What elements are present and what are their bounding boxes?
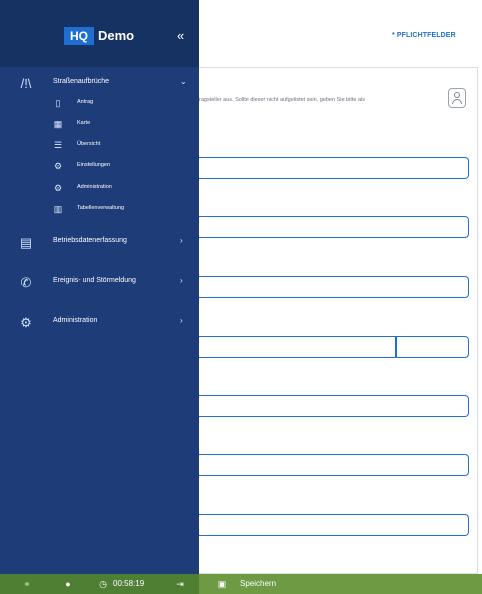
- form-field-3[interactable]: [199, 276, 469, 298]
- sidebar-item-karte[interactable]: ▦ Karte: [0, 115, 199, 133]
- calendar-icon: ▤: [19, 235, 33, 250]
- collapse-sidebar-button[interactable]: «: [177, 28, 184, 44]
- form-field-6[interactable]: [199, 454, 469, 476]
- sidebar-group-betriebsdatenerfassung[interactable]: ▤ Betriebsdatenerfassung ›: [0, 232, 199, 254]
- save-icon[interactable]: ▣: [216, 574, 228, 594]
- logo-badge: HQ: [64, 27, 94, 45]
- form-hint-text: ragsteller aus. Sollte dieser nicht aufg…: [199, 97, 366, 103]
- road-icon: /!\: [20, 76, 32, 91]
- footer-bar: ⚭ ● ◷ 00:58:19 ⇥ ▣ Speichern: [0, 574, 482, 594]
- document-icon: ▯: [55, 98, 61, 108]
- sidebar-item-label: Antrag: [77, 99, 94, 105]
- chevron-right-icon: ›: [180, 316, 183, 325]
- form-field-4a[interactable]: [199, 336, 396, 358]
- user-icon[interactable]: ●: [61, 574, 75, 594]
- sidebar-item-label: Karte: [77, 120, 91, 126]
- map-icon: ▦: [53, 119, 63, 129]
- gear-icon: ⚙: [53, 161, 63, 171]
- form-field-5[interactable]: [199, 395, 469, 417]
- sidebar-item-label: Tabellenverwaltung: [77, 205, 125, 211]
- form-field-1[interactable]: [199, 157, 469, 179]
- contact-picker-button[interactable]: [448, 88, 466, 108]
- chevron-right-icon: ›: [180, 236, 183, 245]
- sidebar-item-tabellenverwaltung[interactable]: ▥ Tabellenverwaltung: [0, 200, 199, 218]
- person-icon: [454, 92, 460, 98]
- network-icon[interactable]: ⚭: [20, 574, 34, 594]
- session-timer: 00:58:19: [113, 579, 145, 588]
- sidebar-header: HQ Demo «: [0, 0, 199, 67]
- save-button[interactable]: Speichern: [240, 574, 276, 594]
- sidebar-group-administration[interactable]: ⚙ Administration ›: [0, 312, 199, 334]
- sidebar-item-label: Übersicht: [77, 141, 101, 147]
- form-field-7[interactable]: [199, 514, 469, 536]
- sidebar-group-label: Administration: [53, 317, 98, 324]
- form-field-4b[interactable]: [396, 336, 469, 358]
- form-field-2[interactable]: [199, 216, 469, 238]
- sidebar-group-label: Ereignis- und Störmeldung: [53, 277, 136, 284]
- sidebar-item-label: Administration: [77, 184, 112, 190]
- gears-icon: ⚙: [53, 183, 63, 193]
- logout-icon[interactable]: ⇥: [174, 574, 186, 594]
- clock-icon: ◷: [99, 579, 107, 589]
- logo-text: Demo: [98, 28, 135, 43]
- sidebar-item-uebersicht[interactable]: ☰ Übersicht: [0, 136, 199, 154]
- list-icon: ☰: [53, 140, 63, 150]
- required-fields-note: * PFLICHTFELDER: [392, 32, 456, 39]
- sidebar-group-strassenaufbrueche[interactable]: /!\ Straßenaufbrüche ⌄: [0, 73, 199, 95]
- form-card: [170, 67, 478, 574]
- gears-icon: ⚙: [20, 315, 32, 330]
- chevron-right-icon: ›: [180, 276, 183, 285]
- sidebar-item-administration-sub[interactable]: ⚙ Administration: [0, 179, 199, 197]
- table-icon: ▥: [53, 204, 63, 214]
- sidebar-group-label: Betriebsdatenerfassung: [53, 237, 127, 244]
- sidebar-group-label: Straßenaufbrüche: [53, 78, 110, 85]
- chevron-down-icon: ⌄: [180, 77, 187, 86]
- sidebar-item-antrag[interactable]: ▯ Antrag: [0, 94, 199, 112]
- phone-icon: ✆: [20, 275, 32, 290]
- sidebar-item-label: Einstellungen: [77, 162, 111, 168]
- sidebar: HQ Demo « /!\ Straßenaufbrüche ⌄ ▯ Antra…: [0, 0, 199, 574]
- person-icon-body: [452, 99, 462, 104]
- sidebar-group-ereignis-stoermeldung[interactable]: ✆ Ereignis- und Störmeldung ›: [0, 272, 199, 294]
- sidebar-item-einstellungen[interactable]: ⚙ Einstellungen: [0, 157, 199, 175]
